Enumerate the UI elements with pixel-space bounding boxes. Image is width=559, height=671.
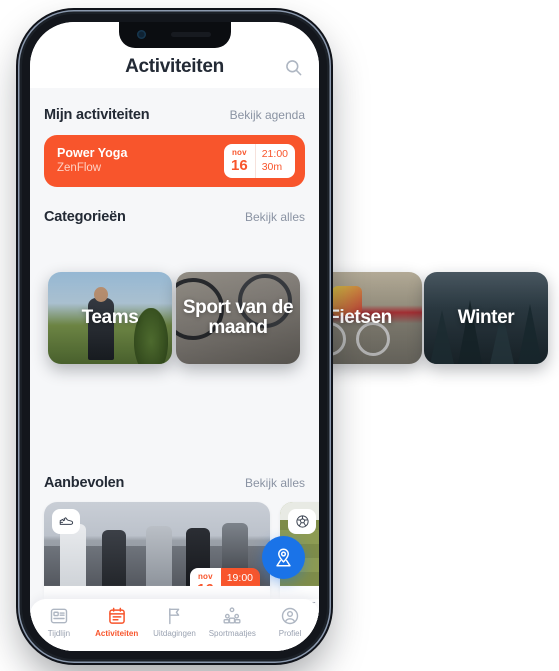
section-title: Categorieën — [44, 209, 126, 225]
map-fab-button[interactable] — [262, 536, 305, 579]
bottom-navigation[interactable]: Tijdlijn Activiteiten Uitdagingen Sportm… — [30, 599, 319, 651]
category-label: Fietsen — [328, 307, 392, 329]
view-agenda-link[interactable]: Bekijk agenda — [230, 108, 305, 122]
time-block: 21:00 30m — [254, 144, 295, 178]
recommended-date-pill: nov 16 19:00 30m — [190, 568, 260, 586]
nav-label: Tijdlijn — [47, 629, 71, 638]
activity-title: Power Yoga — [57, 146, 128, 161]
my-activity-card[interactable]: Power Yoga ZenFlow nov 16 21:00 30m — [44, 135, 305, 187]
page-title: Activiteiten — [125, 56, 224, 77]
user-circle-icon — [281, 607, 299, 625]
nav-label: Activiteiten — [95, 629, 139, 638]
soccer-ball-icon — [288, 509, 316, 534]
running-shoe-icon — [52, 509, 80, 534]
phone-notch — [118, 22, 231, 48]
category-label: Sport van de maand — [182, 297, 294, 338]
section-title: Aanbevolen — [44, 475, 125, 491]
activity-subtitle: ZenFlow — [57, 162, 102, 175]
nav-item-sportmaatjes[interactable]: Sportmaatjes — [203, 606, 261, 638]
search-icon[interactable] — [284, 58, 303, 77]
nav-item-activiteiten[interactable]: Activiteiten — [88, 606, 146, 638]
activity-card-texts: Power Yoga ZenFlow — [57, 145, 224, 177]
section-header-my-activities: Mijn activiteiten Bekijk agenda — [30, 107, 319, 123]
nav-label: Profiel — [278, 629, 302, 638]
podium-group-icon — [223, 607, 241, 624]
recommended-card-media: nov 16 19:00 30m — [44, 502, 270, 586]
front-camera-icon — [136, 30, 146, 39]
earpiece-speaker-icon — [170, 32, 211, 37]
calendar-icon — [108, 607, 125, 624]
date-day: 16 — [231, 157, 248, 174]
map-pin-icon — [276, 548, 291, 567]
date-block: nov 16 — [190, 568, 221, 586]
date-month: nov — [231, 148, 247, 157]
flag-icon — [169, 608, 180, 625]
nav-item-profiel[interactable]: Profiel — [261, 606, 319, 638]
duration: 30m — [261, 161, 283, 173]
nav-label: Uitdagingen — [153, 629, 196, 638]
activity-date-pill: nov 16 21:00 30m — [224, 144, 295, 178]
start-time: 21:00 — [261, 148, 288, 161]
screenshot-stage: Fietsen Winter Activiteiten Mijn activit… — [0, 0, 559, 671]
section-header-recommended: Aanbevolen Bekijk alles — [30, 475, 319, 491]
category-label: Teams — [81, 307, 139, 329]
section-header-categories: Categorieën Bekijk alles — [30, 209, 319, 225]
category-card-winter[interactable]: Winter — [424, 272, 548, 364]
nav-item-uitdagingen[interactable]: Uitdagingen — [146, 606, 204, 638]
time-block: 19:00 30m — [220, 568, 260, 586]
view-all-recommended-link[interactable]: Bekijk alles — [245, 476, 305, 490]
view-all-categories-link[interactable]: Bekijk alles — [245, 210, 305, 224]
start-time: 19:00 — [226, 572, 253, 585]
duration: 30m — [227, 585, 253, 586]
category-card-teams[interactable]: Teams — [48, 272, 172, 364]
date-month: nov — [197, 572, 213, 581]
date-block: nov 16 — [224, 144, 255, 178]
date-day: 16 — [197, 582, 214, 586]
category-label: Winter — [457, 307, 515, 329]
section-title: Mijn activiteiten — [44, 107, 150, 123]
category-card-sport-van-de-maand[interactable]: Sport van de maand — [176, 272, 300, 364]
timeline-layout-icon — [50, 608, 68, 624]
nav-label: Sportmaatjes — [208, 629, 256, 638]
nav-item-tijdlijn[interactable]: Tijdlijn — [30, 606, 88, 638]
